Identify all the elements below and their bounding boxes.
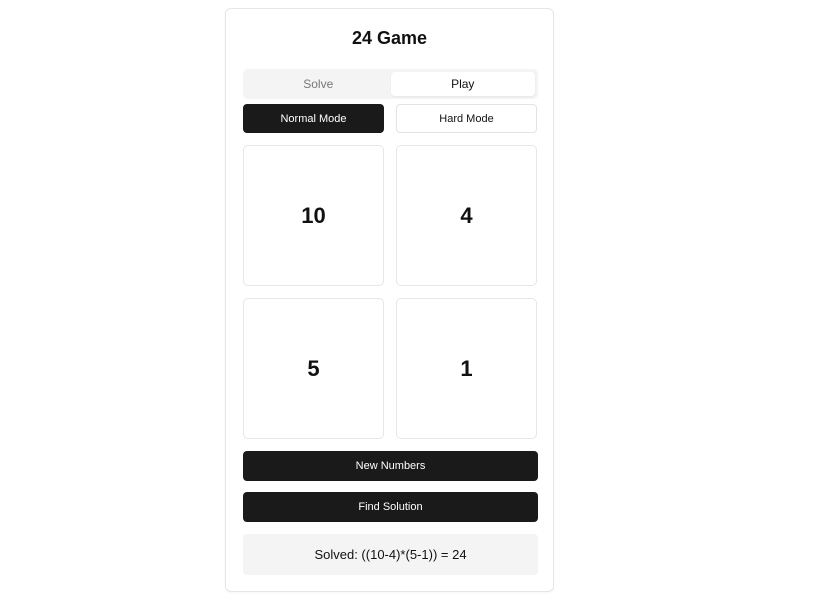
normal-mode-button[interactable]: Normal Mode: [243, 104, 384, 133]
number-card[interactable]: 5: [243, 298, 384, 439]
tab-bar: Solve Play: [243, 69, 538, 99]
hard-mode-button[interactable]: Hard Mode: [396, 104, 537, 133]
find-solution-button[interactable]: Find Solution: [243, 492, 538, 522]
page-title: 24 Game: [351, 28, 428, 48]
tab-solve[interactable]: Solve: [246, 72, 391, 96]
number-card[interactable]: 10: [243, 145, 384, 286]
tab-play[interactable]: Play: [390, 72, 535, 96]
game-card: 24 Game Solve Play Normal Mode Hard Mode…: [225, 8, 554, 592]
number-card[interactable]: 4: [396, 145, 537, 286]
result-message: Solved: ((10-4)*(5-1)) = 24: [243, 534, 538, 575]
number-card[interactable]: 1: [396, 298, 537, 439]
new-numbers-button[interactable]: New Numbers: [243, 451, 538, 481]
